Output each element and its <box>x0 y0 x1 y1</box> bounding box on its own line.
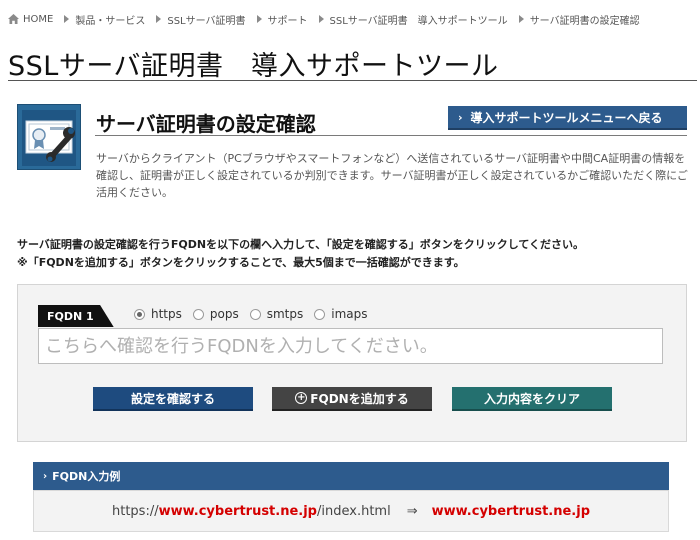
protocol-option-smtps[interactable]: smtps <box>249 307 304 321</box>
home-icon <box>8 14 19 24</box>
breadcrumb-item-tools[interactable]: SSLサーバ証明書 導入サポートツール <box>308 12 508 27</box>
breadcrumb-label: HOME <box>23 13 54 25</box>
section-heading: サーバ証明書の設定確認 <box>96 112 316 136</box>
clear-input-button[interactable]: 入力内容をクリア <box>452 387 612 411</box>
breadcrumb: HOME 製品・サービス SSLサーバ証明書 サポート SSLサーバ証明書 導入… <box>8 12 640 27</box>
protocol-label: https <box>151 307 182 321</box>
example-header: › FQDN入力例 <box>33 462 669 490</box>
protocol-label: imaps <box>331 307 368 321</box>
example-url-path: /index.html <box>317 503 391 519</box>
arrow-icon: ⇒ <box>406 503 418 519</box>
title-divider <box>8 80 697 81</box>
breadcrumb-item-products[interactable]: 製品・サービス <box>53 12 145 27</box>
breadcrumb-item-current: サーバ証明書の設定確認 <box>508 12 640 27</box>
protocol-label: smtps <box>266 307 304 321</box>
protocol-option-imaps[interactable]: imaps <box>314 307 367 321</box>
radio-pops[interactable] <box>192 308 204 320</box>
breadcrumb-arrow-icon <box>256 15 262 23</box>
confirm-settings-button[interactable]: 設定を確認する <box>93 387 253 411</box>
fqdn-input[interactable] <box>38 328 663 364</box>
breadcrumb-arrow-icon <box>518 15 524 23</box>
radio-imaps[interactable] <box>314 308 326 320</box>
protocol-label: pops <box>209 307 239 321</box>
instructions: サーバ証明書の設定確認を行うFQDNを以下の欄へ入力して、「設定を確認する」ボタ… <box>17 236 687 272</box>
chevron-right-icon: › <box>458 110 463 124</box>
plus-circle-icon: + <box>295 392 308 404</box>
example-url-host: www.cybertrust.ne.jp <box>158 503 317 519</box>
add-fqdn-label: FQDNを追加する <box>310 391 409 406</box>
breadcrumb-label: SSLサーバ証明書 <box>167 15 246 27</box>
protocol-radio-group: https pops smtps imaps <box>134 307 378 321</box>
breadcrumb-arrow-icon <box>64 15 70 23</box>
breadcrumb-item-support[interactable]: サポート <box>246 12 308 27</box>
back-to-menu-button[interactable]: › 導入サポートツールメニューへ戻る <box>448 106 687 130</box>
example-title: FQDN入力例 <box>52 470 121 483</box>
page-title: SSLサーバ証明書 導入サポートツール <box>8 51 499 82</box>
instructions-line-1: サーバ証明書の設定確認を行うFQDNを以下の欄へ入力して、「設定を確認する」ボタ… <box>17 238 585 251</box>
add-fqdn-button[interactable]: + FQDNを追加する <box>272 387 432 411</box>
fqdn-label-tab: FQDN 1 <box>38 305 114 327</box>
breadcrumb-label: 製品・サービス <box>75 15 146 27</box>
section-description: サーバからクライアント（PCブラウザやスマートフォンなど）へ送信されているサーバ… <box>96 152 688 199</box>
breadcrumb-label: サポート <box>267 15 308 27</box>
example-body: https:// www.cybertrust.ne.jp /index.htm… <box>33 490 669 532</box>
breadcrumb-label: サーバ証明書の設定確認 <box>529 15 640 27</box>
breadcrumb-item-home[interactable]: HOME <box>8 14 53 25</box>
fqdn-form-panel: FQDN 1 https pops smtps imaps 設定を確認する + … <box>17 284 687 442</box>
back-to-menu-label: 導入サポートツールメニューへ戻る <box>470 110 663 125</box>
protocol-option-https[interactable]: https <box>134 307 182 321</box>
protocol-option-pops[interactable]: pops <box>192 307 239 321</box>
breadcrumb-item-ssl[interactable]: SSLサーバ証明書 <box>145 12 246 27</box>
example-url-prefix: https:// <box>111 503 159 519</box>
radio-smtps[interactable] <box>249 308 261 320</box>
certificate-wrench-icon <box>17 104 81 170</box>
chevron-right-icon: › <box>43 470 48 482</box>
section-divider <box>95 135 687 136</box>
example-result: www.cybertrust.ne.jp <box>431 503 591 519</box>
breadcrumb-arrow-icon <box>156 15 162 23</box>
breadcrumb-label: SSLサーバ証明書 導入サポートツール <box>329 15 508 27</box>
instructions-line-2: ※「FQDNを追加する」ボタンをクリックすることで、最大5個まで一括確認ができま… <box>17 256 465 269</box>
radio-https[interactable] <box>134 308 145 320</box>
breadcrumb-arrow-icon <box>318 15 324 23</box>
